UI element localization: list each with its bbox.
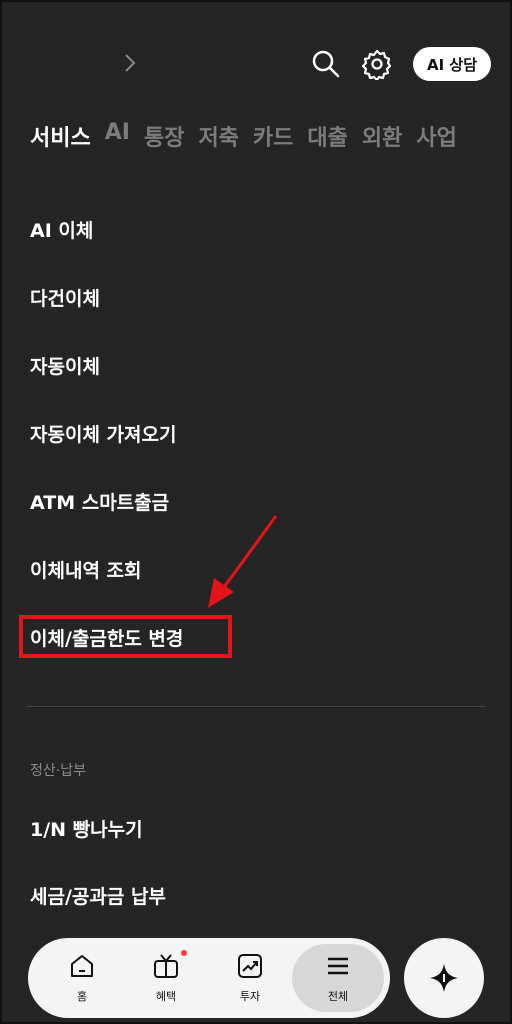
notification-dot: [181, 950, 187, 956]
menu-item-ai-transfer[interactable]: AI 이체: [30, 216, 93, 243]
nav-home-label: 홈: [76, 990, 88, 1003]
menu-item-tax-payment[interactable]: 세금/공과금 납부: [30, 882, 166, 909]
menu-item-bulk-transfer[interactable]: 다건이체: [30, 284, 100, 311]
chart-trend-icon: [238, 954, 262, 978]
menu-item-split-bill[interactable]: 1/N 빵나누기: [30, 815, 143, 842]
menu-icon: [328, 957, 348, 975]
section-label: 정산·납부: [30, 763, 86, 779]
nav-home[interactable]: 홈: [40, 938, 124, 1018]
ai-sparkle-button[interactable]: [404, 938, 484, 1018]
section-divider: [26, 706, 486, 707]
tab-card[interactable]: 카드: [253, 120, 293, 152]
nav-benefit[interactable]: 혜택: [124, 938, 208, 1018]
nav-all[interactable]: 전체: [292, 938, 384, 1018]
menu-item-import-auto-transfer[interactable]: 자동이체 가져오기: [30, 420, 176, 447]
tab-savings[interactable]: 저축: [198, 120, 238, 152]
menu-item-atm-smart-withdraw[interactable]: ATM 스마트출금: [30, 488, 169, 515]
tab-service[interactable]: 서비스: [30, 120, 91, 152]
tab-ai[interactable]: AI: [105, 120, 130, 152]
tab-business[interactable]: 사업: [416, 120, 456, 152]
search-icon[interactable]: [310, 48, 342, 80]
ai-consult-button[interactable]: AI 상담: [413, 47, 491, 81]
red-arrow-annotation: [208, 515, 278, 608]
sparkle-icon: [430, 964, 458, 992]
tab-loan[interactable]: 대출: [307, 120, 347, 152]
category-tabs: 서비스 AI 통장 저축 카드 대출 외환 사업: [30, 120, 457, 152]
tab-account[interactable]: 통장: [144, 120, 184, 152]
nav-benefit-label: 혜택: [155, 990, 177, 1003]
menu-item-auto-transfer[interactable]: 자동이체: [30, 352, 100, 379]
tv-icon: [154, 954, 178, 978]
tab-forex[interactable]: 외환: [362, 120, 402, 152]
home-icon: [71, 955, 93, 977]
chevron-right-icon[interactable]: [122, 52, 138, 74]
gear-icon[interactable]: [361, 48, 393, 80]
nav-invest-label: 투자: [239, 990, 261, 1003]
nav-invest[interactable]: 투자: [208, 938, 292, 1018]
highlight-box: [19, 615, 232, 658]
menu-item-transfer-history[interactable]: 이체내역 조회: [30, 556, 142, 583]
bottom-nav: 홈 혜택 투자 전체: [28, 938, 390, 1018]
nav-all-label: 전체: [327, 990, 349, 1003]
